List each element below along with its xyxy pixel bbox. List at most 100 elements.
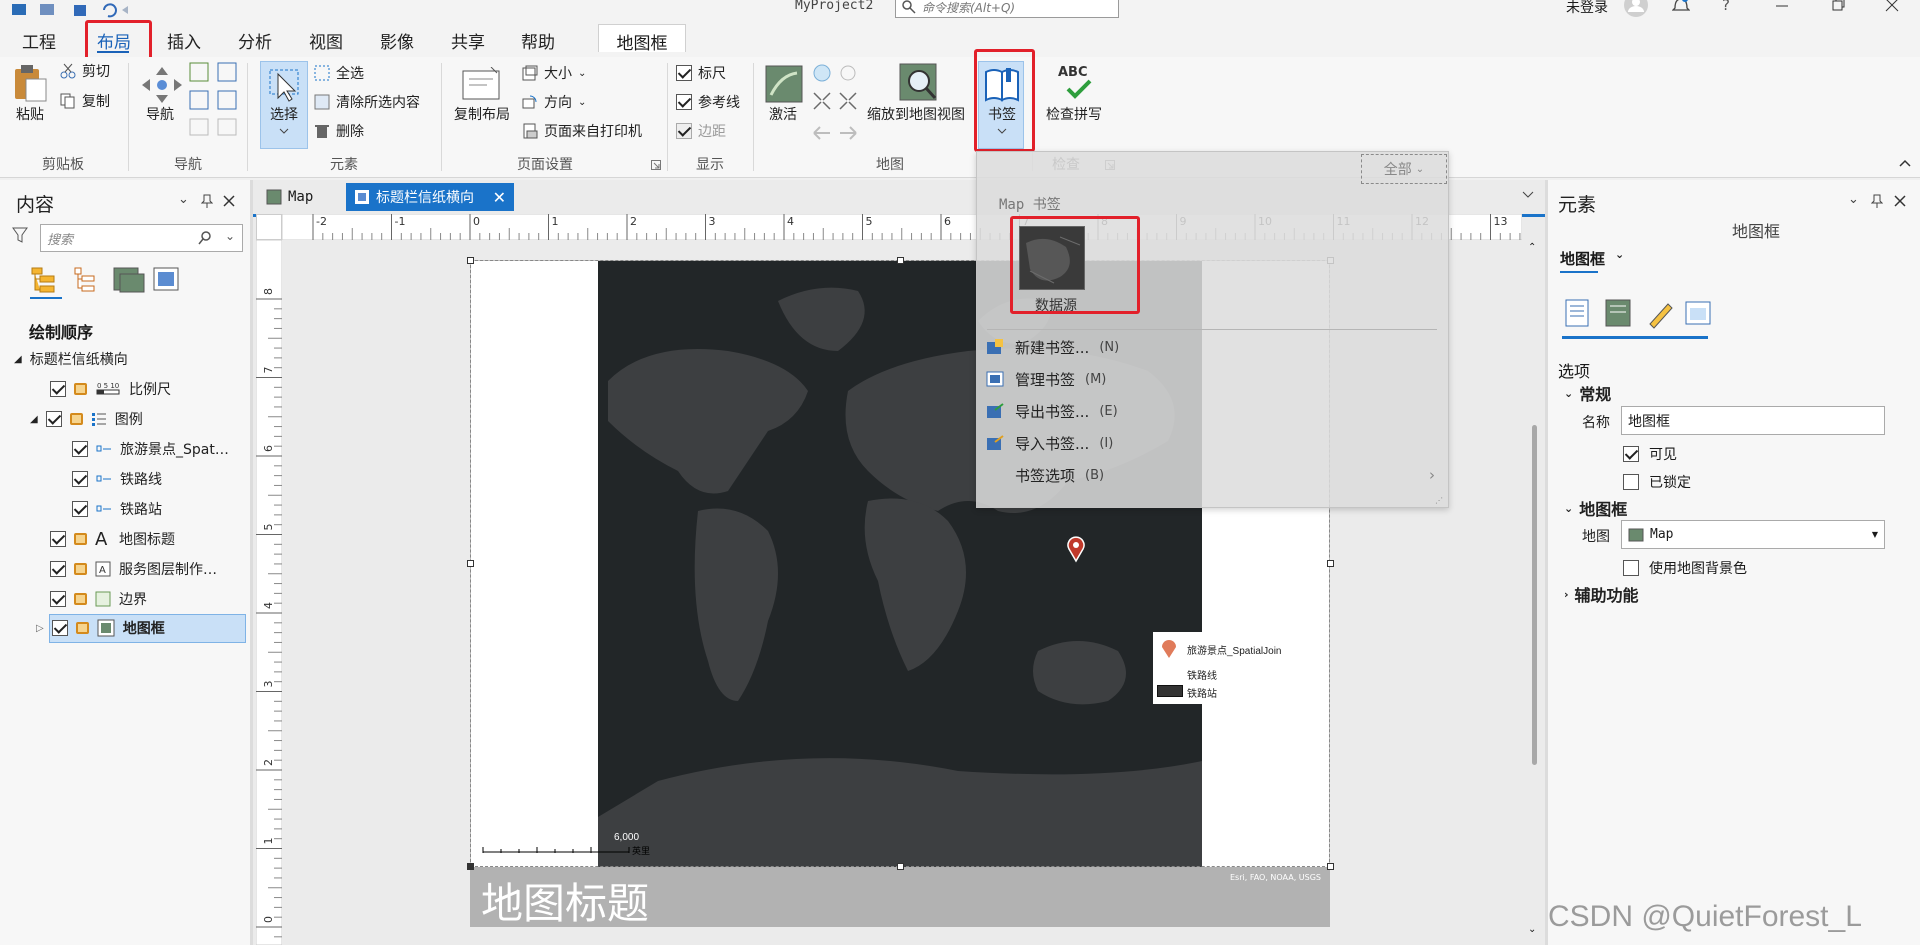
scrollbar-thumb[interactable] bbox=[1532, 425, 1537, 765]
credits-text[interactable]: Esri, FAO, NOAA, USGS bbox=[1230, 873, 1321, 882]
tree-item-legend-item[interactable]: 旅游景点_Spat… bbox=[72, 436, 229, 462]
search-icon[interactable] bbox=[198, 231, 212, 245]
close-pane-icon[interactable] bbox=[222, 194, 236, 208]
filter-icon[interactable] bbox=[12, 227, 28, 243]
zoom-to-map-view-button[interactable]: 缩放到地图视图 bbox=[867, 104, 965, 124]
lock-icon[interactable] bbox=[74, 593, 87, 605]
expand-toggle-icon[interactable]: ▷ bbox=[36, 623, 44, 634]
tab-project[interactable]: 工程 bbox=[22, 28, 56, 53]
bookmark-options-item[interactable]: 书签选项 (B) › bbox=[985, 460, 1435, 490]
navigate-button[interactable]: 导航 bbox=[146, 104, 174, 124]
resize-handle[interactable] bbox=[897, 863, 904, 870]
user-status[interactable]: 未登录 bbox=[1566, 0, 1608, 17]
select-button[interactable]: 选择 bbox=[260, 61, 308, 149]
resize-handle[interactable] bbox=[467, 257, 474, 264]
close-window-icon[interactable] bbox=[1884, 0, 1900, 12]
element-selector[interactable]: 地图框 ⌄ bbox=[1560, 248, 1624, 269]
visibility-checkbox[interactable] bbox=[45, 411, 62, 427]
new-bookmark-item[interactable]: 新建书签... (N) bbox=[985, 332, 1435, 362]
guides-checkbox[interactable] bbox=[676, 94, 692, 110]
doc-tabs-overflow-icon[interactable] bbox=[1522, 191, 1534, 199]
avatar-icon[interactable] bbox=[1623, 0, 1649, 18]
visibility-checkbox[interactable] bbox=[51, 620, 68, 636]
orientation-dropdown[interactable]: 方向 ⌄ bbox=[522, 90, 586, 114]
tree-item-legend-item[interactable]: 铁路线 bbox=[72, 466, 162, 492]
resize-handle[interactable] bbox=[1327, 560, 1334, 567]
guides-toggle[interactable]: 参考线 bbox=[676, 90, 740, 114]
name-field[interactable]: 地图框 bbox=[1621, 406, 1885, 435]
tab-analysis[interactable]: 分析 bbox=[238, 28, 272, 53]
help-button[interactable]: ? bbox=[1722, 0, 1730, 14]
rulers-checkbox[interactable] bbox=[676, 65, 692, 81]
minimize-icon[interactable] bbox=[1774, 0, 1790, 12]
paste-button[interactable]: 粘贴 bbox=[16, 104, 44, 124]
scroll-up-icon[interactable]: ⌃ bbox=[1528, 242, 1536, 253]
close-pane-icon[interactable] bbox=[1893, 194, 1907, 208]
select-all-button[interactable]: 全选 bbox=[314, 61, 364, 85]
lock-icon[interactable] bbox=[74, 533, 87, 545]
lock-icon[interactable] bbox=[69, 413, 83, 425]
resize-handle[interactable] bbox=[467, 560, 474, 567]
map-legend[interactable]: 旅游景点_SpatialJoin 铁路线 铁路站 bbox=[1153, 632, 1293, 704]
visibility-checkbox[interactable] bbox=[50, 561, 66, 577]
visibility-checkbox[interactable] bbox=[50, 381, 66, 397]
pin-icon[interactable] bbox=[1871, 194, 1883, 208]
margins-toggle[interactable]: 边距 bbox=[676, 119, 726, 143]
layout-root-node[interactable]: ◢ 标题栏信纸横向 bbox=[14, 346, 128, 372]
vertical-scrollbar[interactable]: ⌃ ⌄ bbox=[1526, 240, 1542, 945]
expand-toggle-icon[interactable]: ◢ bbox=[30, 414, 38, 425]
visible-checkbox[interactable] bbox=[1623, 446, 1639, 462]
visibility-checkbox[interactable] bbox=[72, 501, 88, 517]
tab-share[interactable]: 共享 bbox=[451, 28, 485, 53]
locked-toggle[interactable]: 已锁定 bbox=[1623, 472, 1691, 492]
locked-checkbox[interactable] bbox=[1623, 474, 1639, 490]
lock-icon[interactable] bbox=[75, 622, 89, 634]
pane-options-icon[interactable]: ⌄ bbox=[1848, 192, 1859, 207]
restore-icon[interactable] bbox=[1830, 0, 1846, 12]
scale-bar[interactable]: 0 1,500 3,000 6,000 英里 bbox=[480, 830, 650, 860]
doc-tab-layout[interactable]: 标题栏信纸横向 ✕ bbox=[346, 183, 514, 211]
tab-insert[interactable]: 插入 bbox=[167, 28, 201, 53]
tab-layout[interactable]: 布局 bbox=[97, 28, 131, 53]
visibility-checkbox[interactable] bbox=[72, 471, 88, 487]
bookmark-filter-dropdown[interactable]: 全部 ⌄ bbox=[1361, 154, 1447, 184]
chevron-down-icon[interactable]: ⌄ bbox=[225, 229, 235, 243]
map-title-text[interactable]: 地图标题 bbox=[481, 870, 649, 931]
close-tab-icon[interactable]: ✕ bbox=[493, 188, 506, 207]
notification-bell-icon[interactable] bbox=[1672, 0, 1690, 14]
export-bookmarks-item[interactable]: 导出书签... (E) bbox=[985, 396, 1435, 426]
resize-grip-icon[interactable]: ⋰ bbox=[1435, 496, 1445, 506]
map-select[interactable]: Map ▼ bbox=[1621, 520, 1885, 549]
tree-item-scale-bar[interactable]: 0 5 10 比例尺 bbox=[50, 376, 171, 402]
navigate-tools-icons[interactable] bbox=[188, 61, 244, 139]
bookmark-name[interactable]: 数据源 bbox=[1035, 295, 1077, 315]
contents-search-input[interactable]: 搜索 ⌄ bbox=[40, 224, 243, 252]
visibility-checkbox[interactable] bbox=[72, 441, 88, 457]
page-from-printer-button[interactable]: 页面来自打印机 bbox=[522, 119, 642, 143]
tab-help[interactable]: 帮助 bbox=[521, 28, 555, 53]
tree-item-map-title[interactable]: A 地图标题 bbox=[50, 526, 175, 552]
contents-view-icons[interactable] bbox=[30, 264, 180, 296]
activate-button[interactable]: 激活 bbox=[769, 104, 797, 124]
tree-item-legend[interactable]: ◢ 图例 bbox=[30, 406, 143, 432]
pin-icon[interactable] bbox=[201, 194, 213, 208]
pane-splitter[interactable] bbox=[1545, 180, 1548, 945]
map-nav-arrows-icons[interactable] bbox=[810, 63, 860, 147]
quick-access-toolbar[interactable] bbox=[12, 2, 132, 18]
visible-toggle[interactable]: 可见 bbox=[1623, 444, 1677, 464]
lock-icon[interactable] bbox=[74, 383, 87, 395]
check-spelling-button[interactable]: 检查拼写 bbox=[1046, 104, 1102, 124]
page-size-dropdown[interactable]: 大小 ⌄ bbox=[522, 61, 586, 85]
clear-selection-button[interactable]: 清除所选内容 bbox=[314, 90, 420, 114]
resize-handle[interactable] bbox=[897, 257, 904, 264]
general-section-toggle[interactable]: ⌄ 常规 bbox=[1564, 381, 1611, 405]
element-tab-icons[interactable] bbox=[1564, 298, 1714, 330]
expand-toggle-icon[interactable]: ◢ bbox=[14, 354, 22, 365]
resize-handle[interactable] bbox=[1327, 863, 1334, 870]
tree-item-map-frame[interactable]: ▷ 地图框 bbox=[36, 615, 165, 641]
margins-checkbox[interactable] bbox=[676, 123, 692, 139]
collapse-ribbon-icon[interactable] bbox=[1898, 158, 1912, 168]
command-search-box[interactable]: 命令搜索(Alt+Q) bbox=[895, 0, 1119, 18]
resize-handle[interactable] bbox=[467, 863, 474, 870]
pane-options-icon[interactable]: ⌄ bbox=[178, 192, 189, 207]
